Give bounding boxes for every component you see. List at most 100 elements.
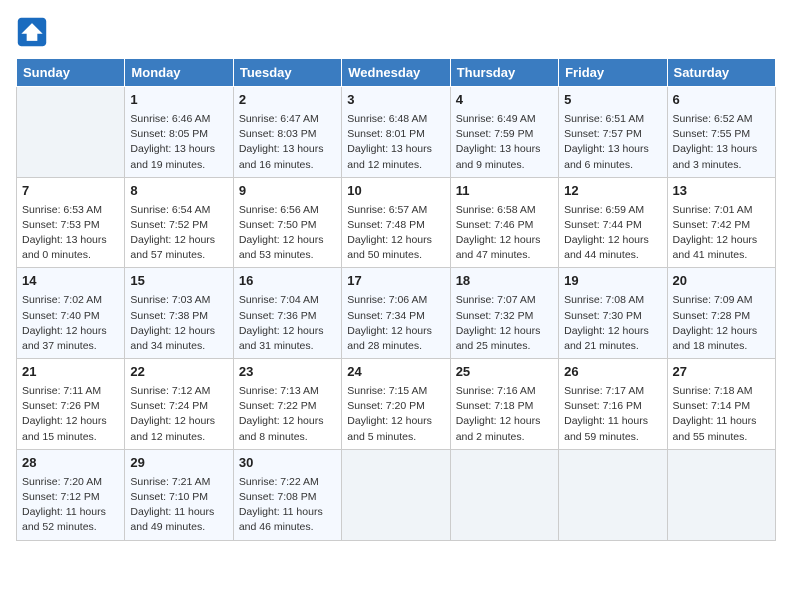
day-number: 27 <box>673 363 770 382</box>
daylight-text: Daylight: 12 hours and 31 minutes. <box>239 324 336 354</box>
day-cell: 19Sunrise: 7:08 AMSunset: 7:30 PMDayligh… <box>559 268 667 359</box>
daylight-text: Daylight: 11 hours and 49 minutes. <box>130 505 227 535</box>
sunset-text: Sunset: 7:38 PM <box>130 309 227 324</box>
day-cell: 22Sunrise: 7:12 AMSunset: 7:24 PMDayligh… <box>125 359 233 450</box>
sunrise-text: Sunrise: 6:57 AM <box>347 203 444 218</box>
day-cell: 13Sunrise: 7:01 AMSunset: 7:42 PMDayligh… <box>667 177 775 268</box>
day-number: 3 <box>347 91 444 110</box>
logo-icon <box>16 16 48 48</box>
daylight-text: Daylight: 12 hours and 41 minutes. <box>673 233 770 263</box>
sunset-text: Sunset: 7:20 PM <box>347 399 444 414</box>
daylight-text: Daylight: 12 hours and 15 minutes. <box>22 414 119 444</box>
day-cell: 16 Sunrise: 7:04 AMSunset: 7:36 PMDayligh… <box>233 268 341 359</box>
logo <box>16 16 52 48</box>
day-number: 1 <box>130 91 227 110</box>
day-number: 15 <box>130 272 227 291</box>
daylight-text: Daylight: 13 hours and 9 minutes. <box>456 142 553 172</box>
col-header-thursday: Thursday <box>450 59 558 87</box>
day-cell <box>667 449 775 540</box>
col-header-sunday: Sunday <box>17 59 125 87</box>
header-row: SundayMondayTuesdayWednesdayThursdayFrid… <box>17 59 776 87</box>
day-cell: 20Sunrise: 7:09 AMSunset: 7:28 PMDayligh… <box>667 268 775 359</box>
sunrise-text: Sunrise: 7:04 AM <box>239 293 336 308</box>
sunrise-text: Sunrise: 7:16 AM <box>456 384 553 399</box>
week-row-4: 21Sunrise: 7:11 AMSunset: 7:26 PMDayligh… <box>17 359 776 450</box>
day-cell: 15Sunrise: 7:03 AMSunset: 7:38 PMDayligh… <box>125 268 233 359</box>
sunset-text: Sunset: 7:42 PM <box>673 218 770 233</box>
day-cell: 3 Sunrise: 6:48 AMSunset: 8:01 PMDaylight… <box>342 87 450 178</box>
day-number: 23 <box>239 363 336 382</box>
day-number: 30 <box>239 454 336 473</box>
page-header <box>16 16 776 48</box>
sunset-text: Sunset: 7:40 PM <box>22 309 119 324</box>
sunset-text: Sunset: 7:55 PM <box>673 127 770 142</box>
sunrise-text: Sunrise: 7:20 AM <box>22 475 119 490</box>
sunset-text: Sunset: 8:01 PM <box>347 127 444 142</box>
daylight-text: Daylight: 11 hours and 46 minutes. <box>239 505 336 535</box>
sunset-text: Sunset: 7:52 PM <box>130 218 227 233</box>
day-cell: 6Sunrise: 6:52 AMSunset: 7:55 PMDaylight… <box>667 87 775 178</box>
sunset-text: Sunset: 7:08 PM <box>239 490 336 505</box>
day-number: 22 <box>130 363 227 382</box>
sunrise-text: Sunrise: 7:21 AM <box>130 475 227 490</box>
sunset-text: Sunset: 7:50 PM <box>239 218 336 233</box>
sunrise-text: Sunrise: 6:48 AM <box>347 112 444 127</box>
day-number: 7 <box>22 182 119 201</box>
sunrise-text: Sunrise: 7:01 AM <box>673 203 770 218</box>
day-cell: 1Sunrise: 6:46 AMSunset: 8:05 PMDaylight… <box>125 87 233 178</box>
day-number: 11 <box>456 182 553 201</box>
col-header-monday: Monday <box>125 59 233 87</box>
day-number: 4 <box>456 91 553 110</box>
day-cell: 11Sunrise: 6:58 AMSunset: 7:46 PMDayligh… <box>450 177 558 268</box>
sunrise-text: Sunrise: 6:56 AM <box>239 203 336 218</box>
col-header-wednesday: Wednesday <box>342 59 450 87</box>
sunset-text: Sunset: 7:28 PM <box>673 309 770 324</box>
calendar-table: SundayMondayTuesdayWednesdayThursdayFrid… <box>16 58 776 541</box>
day-cell: 30 Sunrise: 7:22 AMSunset: 7:08 PMDayligh… <box>233 449 341 540</box>
daylight-text: Daylight: 12 hours and 57 minutes. <box>130 233 227 263</box>
sunrise-text: Sunrise: 7:06 AM <box>347 293 444 308</box>
daylight-text: Daylight: 12 hours and 50 minutes. <box>347 233 444 263</box>
sunrise-text: Sunrise: 7:18 AM <box>673 384 770 399</box>
sunrise-text: Sunrise: 6:59 AM <box>564 203 661 218</box>
day-cell <box>559 449 667 540</box>
daylight-text: Daylight: 13 hours and 3 minutes. <box>673 142 770 172</box>
daylight-text: Daylight: 12 hours and 25 minutes. <box>456 324 553 354</box>
day-cell: 18Sunrise: 7:07 AMSunset: 7:32 PMDayligh… <box>450 268 558 359</box>
day-cell: 24Sunrise: 7:15 AMSunset: 7:20 PMDayligh… <box>342 359 450 450</box>
sunrise-text: Sunrise: 7:12 AM <box>130 384 227 399</box>
col-header-tuesday: Tuesday <box>233 59 341 87</box>
sunset-text: Sunset: 7:22 PM <box>239 399 336 414</box>
daylight-text: Daylight: 12 hours and 2 minutes. <box>456 414 553 444</box>
day-number: 25 <box>456 363 553 382</box>
day-cell: 12Sunrise: 6:59 AMSunset: 7:44 PMDayligh… <box>559 177 667 268</box>
col-header-friday: Friday <box>559 59 667 87</box>
day-cell: 26Sunrise: 7:17 AMSunset: 7:16 PMDayligh… <box>559 359 667 450</box>
sunset-text: Sunset: 7:30 PM <box>564 309 661 324</box>
sunset-text: Sunset: 7:18 PM <box>456 399 553 414</box>
day-number: 26 <box>564 363 661 382</box>
sunrise-text: Sunrise: 7:17 AM <box>564 384 661 399</box>
day-number: 16 <box>239 272 336 291</box>
sunrise-text: Sunrise: 7:22 AM <box>239 475 336 490</box>
sunset-text: Sunset: 7:36 PM <box>239 309 336 324</box>
daylight-text: Daylight: 12 hours and 18 minutes. <box>673 324 770 354</box>
sunset-text: Sunset: 7:12 PM <box>22 490 119 505</box>
sunrise-text: Sunrise: 6:58 AM <box>456 203 553 218</box>
day-number: 20 <box>673 272 770 291</box>
sunrise-text: Sunrise: 7:08 AM <box>564 293 661 308</box>
daylight-text: Daylight: 11 hours and 55 minutes. <box>673 414 770 444</box>
sunrise-text: Sunrise: 7:15 AM <box>347 384 444 399</box>
daylight-text: Daylight: 13 hours and 12 minutes. <box>347 142 444 172</box>
day-number: 6 <box>673 91 770 110</box>
week-row-2: 7Sunrise: 6:53 AMSunset: 7:53 PMDaylight… <box>17 177 776 268</box>
day-number: 10 <box>347 182 444 201</box>
sunrise-text: Sunrise: 6:53 AM <box>22 203 119 218</box>
day-cell: 5Sunrise: 6:51 AMSunset: 7:57 PMDaylight… <box>559 87 667 178</box>
day-number: 29 <box>130 454 227 473</box>
daylight-text: Daylight: 12 hours and 53 minutes. <box>239 233 336 263</box>
day-number: 18 <box>456 272 553 291</box>
sunset-text: Sunset: 8:03 PM <box>239 127 336 142</box>
day-cell: 25 Sunrise: 7:16 AMSunset: 7:18 PMDayligh… <box>450 359 558 450</box>
sunset-text: Sunset: 7:10 PM <box>130 490 227 505</box>
